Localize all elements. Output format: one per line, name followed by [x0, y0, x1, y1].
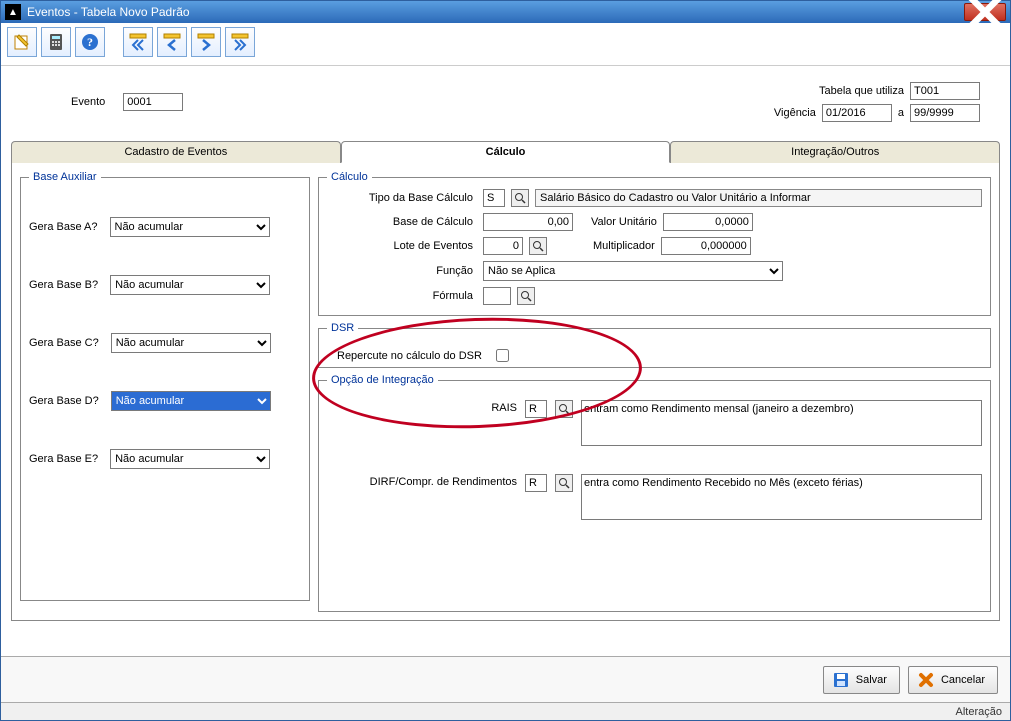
base-d-label: Gera Base D? [29, 395, 99, 407]
base-calc-input[interactable] [483, 213, 573, 231]
search-icon [558, 477, 570, 489]
help-icon: ? [80, 32, 100, 52]
titlebar: ▲ Eventos - Tabela Novo Padrão [1, 1, 1010, 23]
base-d-select[interactable]: Não acumular [111, 391, 271, 411]
formula-label: Fórmula [327, 290, 477, 302]
status-mode: Alteração [956, 706, 1002, 718]
legend-calculo: Cálculo [327, 171, 372, 183]
cancel-icon [917, 671, 935, 689]
evento-label: Evento [71, 96, 105, 108]
header-row: Evento Tabela que utiliza Vigência a [11, 72, 1000, 140]
cancelar-button[interactable]: Cancelar [908, 666, 998, 694]
statusbar: Alteração [1, 702, 1010, 720]
base-a-select[interactable]: Não acumular [110, 217, 270, 237]
window-title: Eventos - Tabela Novo Padrão [27, 5, 964, 19]
lote-lookup-button[interactable] [529, 237, 547, 255]
funcao-select[interactable]: Não se Aplica [483, 261, 783, 281]
evento-input[interactable] [123, 93, 183, 111]
tipo-base-code-input[interactable] [483, 189, 505, 207]
dsr-label: Repercute no cálculo do DSR [337, 350, 482, 362]
formula-lookup-button[interactable] [517, 287, 535, 305]
footer: Salvar Cancelar [1, 656, 1010, 702]
content: Evento Tabela que utiliza Vigência a Cad… [1, 66, 1010, 656]
double-left-icon [128, 32, 148, 52]
save-icon [832, 671, 850, 689]
legend-base-auxiliar: Base Auxiliar [29, 171, 101, 183]
tab-cadastro[interactable]: Cadastro de Eventos [11, 141, 341, 163]
dirf-lookup-button[interactable] [555, 474, 573, 492]
rais-desc[interactable]: entram como Rendimento mensal (janeiro a… [581, 400, 982, 446]
base-b-select[interactable]: Não acumular [110, 275, 270, 295]
tipo-base-desc: Salário Básico do Cadastro ou Valor Unit… [535, 189, 982, 207]
left-icon [162, 32, 182, 52]
dsr-checkbox[interactable] [496, 349, 509, 362]
double-right-icon [230, 32, 250, 52]
vigencia-to-input[interactable] [910, 104, 980, 122]
vigencia-sep: a [898, 107, 904, 119]
help-button[interactable]: ? [75, 27, 105, 57]
tab-calculo[interactable]: Cálculo [341, 141, 671, 163]
valor-unit-input[interactable] [663, 213, 753, 231]
fieldset-base-auxiliar: Base Auxiliar Gera Base A? Não acumular … [20, 171, 310, 601]
search-icon [532, 240, 544, 252]
search-icon [514, 192, 526, 204]
salvar-label: Salvar [856, 674, 887, 686]
dirf-code-input[interactable] [525, 474, 547, 492]
base-c-select[interactable]: Não acumular [111, 333, 271, 353]
tabela-label: Tabela que utiliza [819, 85, 904, 97]
evento-field: Evento [71, 82, 183, 122]
vigencia-from-input[interactable] [822, 104, 892, 122]
rais-label: RAIS [327, 400, 517, 414]
right-column: Cálculo Tipo da Base Cálculo Salário Bás… [318, 171, 991, 612]
formula-input[interactable] [483, 287, 511, 305]
legend-dsr: DSR [327, 322, 358, 334]
base-e-select[interactable]: Não acumular [110, 449, 270, 469]
dirf-desc[interactable]: entra como Rendimento Recebido no Mês (e… [581, 474, 982, 520]
fieldset-integracao: Opção de Integração RAIS entram como Ren… [318, 374, 991, 612]
search-icon [558, 403, 570, 415]
close-button[interactable] [964, 3, 1006, 21]
nav-next-button[interactable] [191, 27, 221, 57]
mult-label: Multiplicador [593, 240, 655, 252]
lote-label: Lote de Eventos [327, 240, 477, 252]
base-a-label: Gera Base A? [29, 221, 98, 233]
svg-text:?: ? [87, 35, 93, 49]
tipo-base-lookup-button[interactable] [511, 189, 529, 207]
tabstrip: Cadastro de Eventos Cálculo Integração/O… [11, 140, 1000, 163]
legend-integracao: Opção de Integração [327, 374, 438, 386]
base-e-label: Gera Base E? [29, 453, 98, 465]
dirf-label: DIRF/Compr. de Rendimentos [327, 474, 517, 488]
base-c-label: Gera Base C? [29, 337, 99, 349]
salvar-button[interactable]: Salvar [823, 666, 900, 694]
mult-input[interactable] [661, 237, 751, 255]
calc-button[interactable] [41, 27, 71, 57]
valor-unit-label: Valor Unitário [591, 216, 657, 228]
edit-icon [12, 32, 32, 52]
rais-lookup-button[interactable] [555, 400, 573, 418]
nav-first-button[interactable] [123, 27, 153, 57]
search-icon [520, 290, 532, 302]
funcao-label: Função [327, 265, 477, 277]
rais-code-input[interactable] [525, 400, 547, 418]
tabela-input[interactable] [910, 82, 980, 100]
fieldset-calculo: Cálculo Tipo da Base Cálculo Salário Bás… [318, 171, 991, 316]
base-b-label: Gera Base B? [29, 279, 98, 291]
fieldset-dsr: DSR Repercute no cálculo do DSR [318, 322, 991, 368]
nav-prev-button[interactable] [157, 27, 187, 57]
right-icon [196, 32, 216, 52]
app-icon: ▲ [5, 4, 21, 20]
toolbar: ? [1, 23, 1010, 66]
vigencia-label: Vigência [774, 107, 816, 119]
edit-button[interactable] [7, 27, 37, 57]
base-calc-label: Base de Cálculo [327, 216, 477, 228]
calculator-icon [46, 32, 66, 52]
tipo-base-label: Tipo da Base Cálculo [327, 192, 477, 204]
cancelar-label: Cancelar [941, 674, 985, 686]
window: ▲ Eventos - Tabela Novo Padrão ? Evento … [0, 0, 1011, 721]
nav-last-button[interactable] [225, 27, 255, 57]
tabpane-calculo: Base Auxiliar Gera Base A? Não acumular … [11, 163, 1000, 621]
tab-integracao[interactable]: Integração/Outros [670, 141, 1000, 163]
lote-input[interactable] [483, 237, 523, 255]
